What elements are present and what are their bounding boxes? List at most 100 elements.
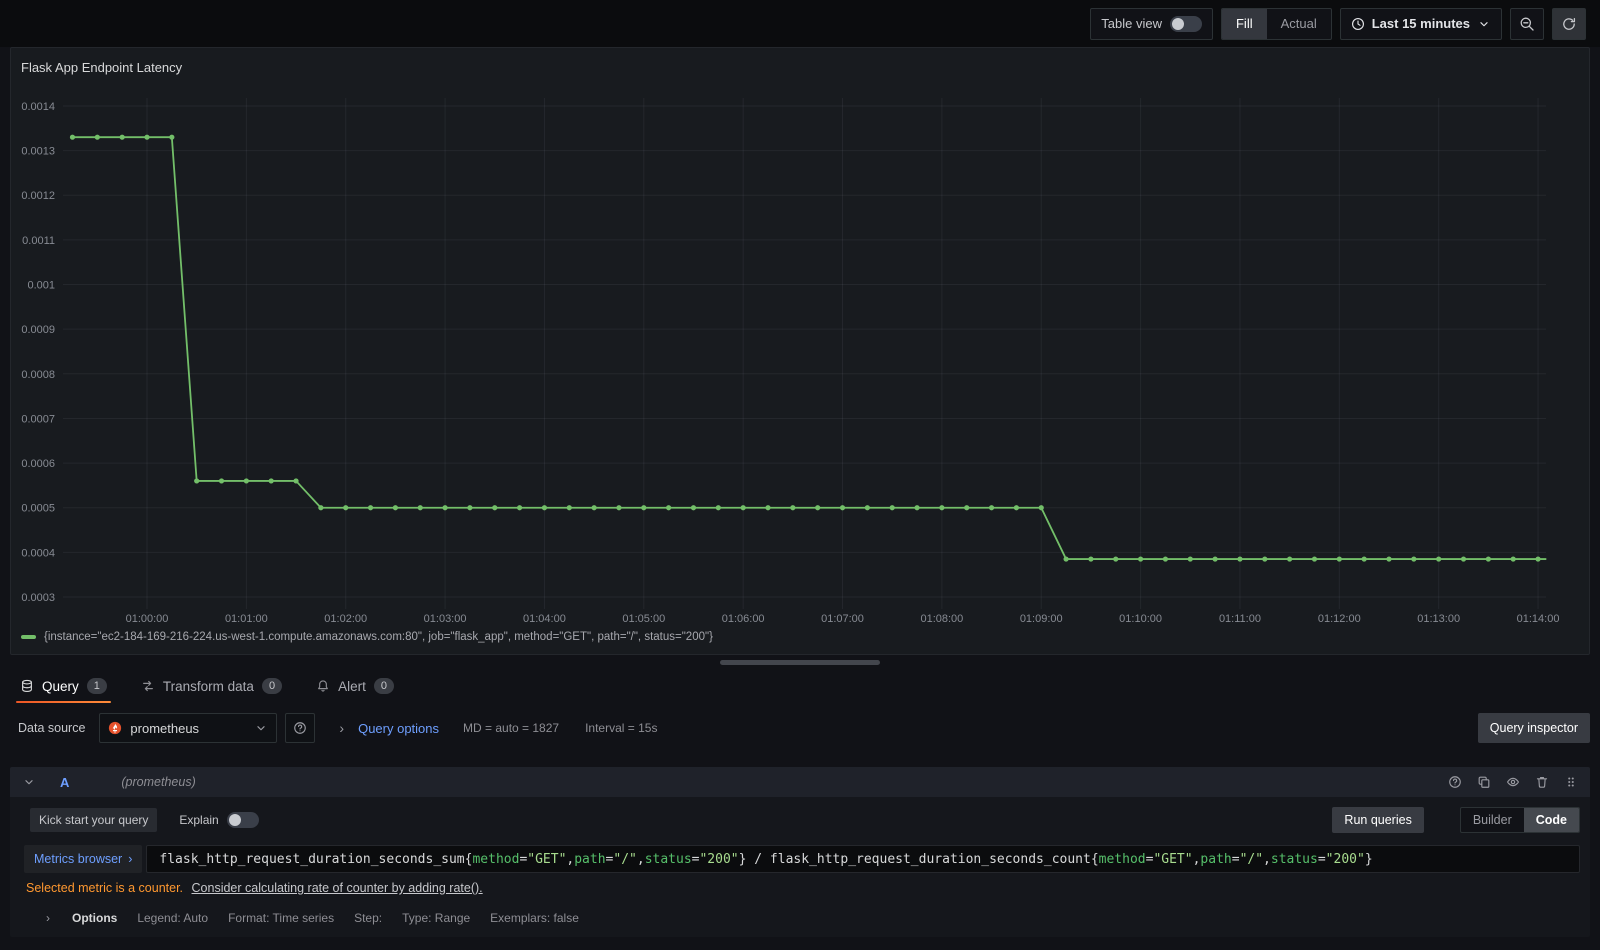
query-ref-id[interactable]: A	[60, 775, 69, 790]
svg-text:0.0011: 0.0011	[22, 235, 55, 247]
zoom-out-button[interactable]	[1510, 7, 1544, 40]
svg-text:0.0007: 0.0007	[21, 413, 55, 425]
tab-query[interactable]: Query 1	[16, 669, 111, 703]
query-row-body: Kick start your query Explain Run querie…	[10, 797, 1590, 937]
explain-toggle[interactable]	[226, 812, 259, 828]
legend-series-swatch	[21, 635, 36, 639]
query-expression-row: Metrics browser › flask_http_request_dur…	[24, 845, 1580, 873]
options-title[interactable]: Options	[72, 911, 117, 925]
query-options-toggle[interactable]: › Query options	[339, 720, 439, 736]
query-datasource-hint: (prometheus)	[121, 775, 196, 789]
bell-icon	[318, 680, 329, 692]
svg-text:0.001: 0.001	[27, 280, 55, 292]
hide-query-eye-icon[interactable]	[1506, 775, 1520, 789]
tab-query-badge: 1	[86, 678, 107, 694]
table-view-control: Table view	[1090, 7, 1213, 40]
help-icon[interactable]	[1448, 775, 1462, 789]
query-inspector-button[interactable]: Query inspector	[1477, 713, 1590, 743]
query-expression[interactable]: flask_http_request_duration_seconds_sum{…	[146, 845, 1580, 873]
datasource-picker[interactable]: prometheus	[99, 713, 278, 743]
chart-grid	[63, 98, 1546, 609]
time-range-picker[interactable]: Last 15 minutes	[1339, 7, 1502, 40]
svg-text:0.0003: 0.0003	[21, 592, 55, 604]
builder-button[interactable]: Builder	[1461, 808, 1524, 832]
datasource-name: prometheus	[130, 720, 200, 736]
datasource-help-button[interactable]	[285, 713, 316, 743]
query-warning-row: Selected metric is a counter. Consider c…	[20, 873, 1584, 897]
chevron-right-icon: ›	[128, 852, 133, 866]
time-range-label: Last 15 minutes	[1371, 16, 1470, 31]
latency-panel: Flask App Endpoint Latency 01:00:00 01:01…	[10, 47, 1590, 655]
search-minus-icon	[1520, 17, 1534, 31]
editor-tabs: Query 1 Transform data 0 Alert 0	[0, 669, 1600, 703]
drag-handle-icon[interactable]	[1564, 775, 1578, 789]
toggle-knob	[1171, 17, 1184, 30]
svg-text:01:10:00: 01:10:00	[1119, 613, 1162, 625]
actual-button[interactable]: Actual	[1267, 9, 1331, 39]
top-toolbar: Table view Fill Actual Last 15 minutes	[0, 0, 1600, 47]
tab-alert-label: Alert	[338, 678, 366, 694]
svg-text:0.0005: 0.0005	[21, 503, 55, 515]
query-row-actions	[1448, 775, 1578, 789]
query-options-summary: MD = auto = 1827 Interval = 15s	[463, 721, 657, 735]
query-toolbar-row: Kick start your query Explain Run querie…	[20, 805, 1584, 841]
options-chevron-icon[interactable]: ›	[46, 911, 50, 925]
svg-text:01:07:00: 01:07:00	[821, 613, 864, 625]
chevron-down-icon	[1480, 21, 1488, 26]
database-icon	[22, 679, 32, 692]
duplicate-query-icon[interactable]	[1477, 775, 1491, 789]
table-view-label: Table view	[1101, 16, 1162, 31]
datasource-row: Data source prometheus › Query options M…	[10, 713, 1590, 743]
chevron-right-icon: ›	[339, 720, 345, 736]
tab-alert[interactable]: Alert 0	[316, 669, 394, 703]
svg-text:01:05:00: 01:05:00	[622, 613, 665, 625]
fill-button[interactable]: Fill	[1221, 8, 1267, 39]
svg-text:0.0012: 0.0012	[21, 190, 55, 202]
legend-series-label: {instance="ec2-184-169-216-224.us-west-1…	[44, 631, 713, 643]
fill-actual-group: Fill Actual	[1220, 7, 1332, 40]
builder-code-group: Builder Code	[1459, 807, 1580, 833]
warning-rate-link[interactable]: Consider calculating rate of counter by …	[192, 881, 483, 895]
svg-text:01:06:00: 01:06:00	[722, 613, 765, 625]
transform-icon	[142, 680, 153, 692]
interval-value: Interval = 15s	[585, 721, 658, 735]
svg-text:01:08:00: 01:08:00	[920, 613, 963, 625]
refresh-button[interactable]	[1552, 7, 1586, 40]
option-format: Format: Time series	[228, 911, 335, 925]
tab-transform-badge: 0	[261, 678, 283, 694]
metrics-browser-label: Metrics browser	[34, 852, 123, 866]
option-legend: Legend: Auto	[137, 911, 209, 925]
delete-query-trash-icon[interactable]	[1535, 775, 1549, 789]
tab-transform-label: Transform data	[162, 678, 254, 694]
code-button[interactable]: Code	[1523, 808, 1579, 832]
prometheus-icon	[109, 721, 122, 735]
option-type: Type: Range	[402, 911, 471, 925]
kick-start-query-button[interactable]: Kick start your query	[30, 808, 158, 832]
datasource-label: Data source	[18, 721, 86, 735]
svg-text:01:04:00: 01:04:00	[523, 613, 566, 625]
svg-text:01:12:00: 01:12:00	[1318, 613, 1361, 625]
chevron-down-icon	[257, 726, 266, 731]
collapse-chevron-icon[interactable]	[22, 775, 36, 789]
svg-text:01:09:00: 01:09:00	[1020, 613, 1063, 625]
query-row-header: A (prometheus)	[10, 767, 1590, 797]
legend-item[interactable]: {instance="ec2-184-169-216-224.us-west-1…	[21, 631, 713, 643]
metrics-browser-button[interactable]: Metrics browser ›	[24, 845, 143, 873]
panel-resize-handle[interactable]	[720, 659, 880, 665]
tab-alert-badge: 0	[373, 678, 394, 694]
chart-series	[69, 134, 1547, 562]
run-queries-button[interactable]: Run queries	[1332, 807, 1424, 833]
explain-label: Explain	[179, 813, 219, 827]
explain-control: Explain	[179, 812, 259, 828]
panel-resize-row	[0, 655, 1600, 669]
tab-transform-data[interactable]: Transform data 0	[141, 669, 283, 703]
svg-text:01:14:00: 01:14:00	[1517, 613, 1560, 625]
question-circle-icon	[294, 722, 307, 734]
svg-text:01:01:00: 01:01:00	[225, 613, 268, 625]
table-view-toggle[interactable]	[1169, 15, 1202, 32]
svg-text:0.0008: 0.0008	[21, 369, 55, 381]
warning-text: Selected metric is a counter.	[26, 881, 184, 895]
query-options-row: › Options Legend: Auto Format: Time seri…	[20, 897, 1584, 925]
latency-chart-svg[interactable]: 01:00:00 01:01:00 01:02:00 01:03:00 01:04:00…	[11, 48, 1589, 628]
clock-icon	[1351, 17, 1364, 30]
